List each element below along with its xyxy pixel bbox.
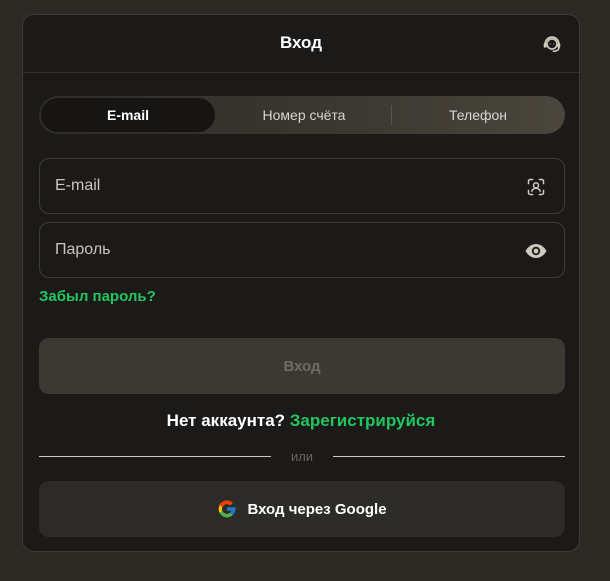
password-input[interactable] [55, 223, 495, 277]
google-login-label: Вход через Google [247, 500, 387, 518]
tab-account-number-label: Номер счёта [262, 107, 346, 123]
headset-icon [543, 36, 561, 53]
support-button[interactable] [539, 31, 565, 57]
google-icon [217, 499, 237, 519]
eye-icon [525, 244, 547, 258]
tab-email-label: E-mail [106, 107, 149, 123]
tab-divider [391, 105, 392, 125]
show-password-button[interactable] [524, 239, 548, 263]
register-question: Нет аккаунта? [166, 411, 286, 430]
or-divider: или [39, 449, 565, 465]
register-link[interactable]: Зарегистрируйся [290, 411, 436, 430]
login-submit-label: Вход [283, 357, 321, 375]
modal-title: Вход [279, 33, 323, 52]
contact-scan-icon [527, 178, 545, 196]
forgot-password-link[interactable]: Забыл пароль? [39, 288, 156, 305]
modal-header: Вход [23, 15, 579, 73]
google-login-button[interactable]: Вход через Google [39, 481, 565, 537]
email-input[interactable] [55, 159, 495, 213]
login-method-tabs: E-mail Номер счёта Телефон [39, 96, 565, 134]
divider-line-right [333, 456, 565, 457]
tab-phone[interactable]: Телефон [391, 96, 565, 134]
tab-email[interactable]: E-mail [41, 98, 215, 132]
tab-phone-label: Телефон [448, 107, 508, 123]
register-prompt: Нет аккаунта? Зарегистрируйся [23, 411, 579, 431]
password-field [39, 222, 565, 278]
email-field [39, 158, 565, 214]
login-submit-button[interactable]: Вход [39, 338, 565, 394]
tab-account-number[interactable]: Номер счёта [217, 96, 391, 134]
contact-scan-button[interactable] [524, 175, 548, 199]
login-modal: Вход E-mail Номер счёта Телефон E-mail З… [22, 14, 580, 552]
